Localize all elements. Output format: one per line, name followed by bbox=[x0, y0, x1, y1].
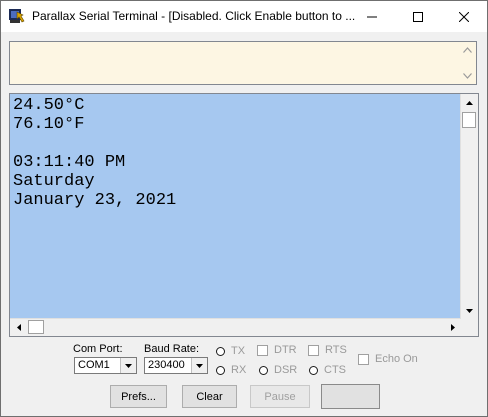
dsr-label: DSR bbox=[274, 364, 298, 376]
rx-led-icon bbox=[216, 365, 225, 375]
baud-rate-select[interactable]: 230400 bbox=[144, 357, 208, 374]
vertical-scroll-thumb[interactable] bbox=[462, 112, 476, 128]
chevron-down-icon bbox=[196, 363, 203, 368]
rx-label: RX bbox=[231, 364, 247, 376]
tx-label: TX bbox=[231, 345, 246, 357]
receive-line: 24.50°C bbox=[13, 96, 85, 115]
scroll-up-button[interactable] bbox=[461, 94, 478, 111]
rts-checkbox[interactable] bbox=[308, 344, 319, 356]
dsr-led-icon bbox=[259, 365, 268, 375]
scroll-left-button[interactable] bbox=[10, 319, 27, 336]
echo-on-label: Echo On bbox=[375, 353, 418, 365]
title-bar: Parallax Serial Terminal - [Disabled. Cl… bbox=[1, 1, 487, 32]
window-title: Parallax Serial Terminal - [Disabled. Cl… bbox=[32, 9, 356, 23]
chevron-up-icon[interactable] bbox=[463, 47, 472, 53]
receive-line: 76.10°F bbox=[13, 115, 85, 134]
tx-led-icon bbox=[216, 346, 225, 356]
scroll-right-button[interactable] bbox=[444, 319, 461, 336]
receive-vertical-scrollbar[interactable] bbox=[460, 94, 478, 319]
rts-label: RTS bbox=[325, 344, 347, 356]
rx-indicator: RX bbox=[216, 364, 246, 376]
minimize-button[interactable] bbox=[349, 1, 395, 32]
receive-pane[interactable]: 24.50°C 76.10°F 03:11:40 PM Saturday Jan… bbox=[9, 93, 479, 337]
close-icon bbox=[459, 11, 469, 22]
dsr-indicator: DSR bbox=[259, 364, 297, 376]
maximize-button[interactable] bbox=[395, 1, 441, 32]
com-port-value: COM1 bbox=[78, 359, 110, 371]
com-port-label: Com Port: bbox=[73, 343, 123, 355]
parallax-terminal-icon bbox=[9, 9, 25, 23]
receive-horizontal-scrollbar[interactable] bbox=[10, 318, 461, 336]
prefs-button[interactable]: Prefs... bbox=[110, 385, 167, 408]
cts-led-icon bbox=[309, 365, 318, 375]
baud-rate-value: 230400 bbox=[148, 359, 185, 371]
dtr-toggle[interactable]: DTR bbox=[257, 344, 297, 356]
receive-text: 24.50°C 76.10°F 03:11:40 PM Saturday Jan… bbox=[13, 96, 176, 210]
scroll-down-button[interactable] bbox=[461, 302, 478, 319]
dtr-checkbox[interactable] bbox=[257, 344, 268, 356]
chevron-down-icon[interactable] bbox=[463, 73, 472, 79]
maximize-icon bbox=[413, 11, 423, 22]
clear-button[interactable]: Clear bbox=[182, 385, 237, 408]
receive-line: 03:11:40 PM bbox=[13, 153, 126, 172]
arrow-left-icon bbox=[16, 324, 21, 331]
cts-indicator: CTS bbox=[309, 364, 346, 376]
receive-line: January 23, 2021 bbox=[13, 191, 177, 210]
arrow-up-icon bbox=[466, 100, 473, 105]
scrollbar-corner bbox=[461, 319, 478, 336]
transmit-scrollbar[interactable] bbox=[459, 42, 476, 84]
com-port-select[interactable]: COM1 bbox=[74, 357, 137, 374]
echo-on-checkbox[interactable] bbox=[358, 353, 369, 365]
dropdown-arrow[interactable] bbox=[120, 358, 136, 373]
dtr-label: DTR bbox=[274, 344, 297, 356]
arrow-right-icon bbox=[450, 324, 455, 331]
serial-terminal-window: Parallax Serial Terminal - [Disabled. Cl… bbox=[0, 0, 488, 417]
arrow-down-icon bbox=[466, 308, 473, 313]
cts-label: CTS bbox=[324, 364, 346, 376]
minimize-icon bbox=[367, 16, 377, 17]
rts-toggle[interactable]: RTS bbox=[308, 344, 347, 356]
tx-indicator: TX bbox=[216, 345, 245, 357]
echo-on-toggle[interactable]: Echo On bbox=[358, 353, 418, 365]
dropdown-arrow[interactable] bbox=[191, 358, 207, 373]
chevron-down-icon bbox=[125, 363, 132, 368]
horizontal-scroll-thumb[interactable] bbox=[28, 320, 44, 334]
transmit-pane[interactable] bbox=[9, 41, 477, 85]
close-button[interactable] bbox=[441, 1, 487, 32]
enable-button[interactable] bbox=[321, 384, 380, 409]
pause-button[interactable]: Pause bbox=[250, 385, 310, 408]
receive-line: Saturday bbox=[13, 172, 95, 191]
baud-rate-label: Baud Rate: bbox=[144, 343, 200, 355]
